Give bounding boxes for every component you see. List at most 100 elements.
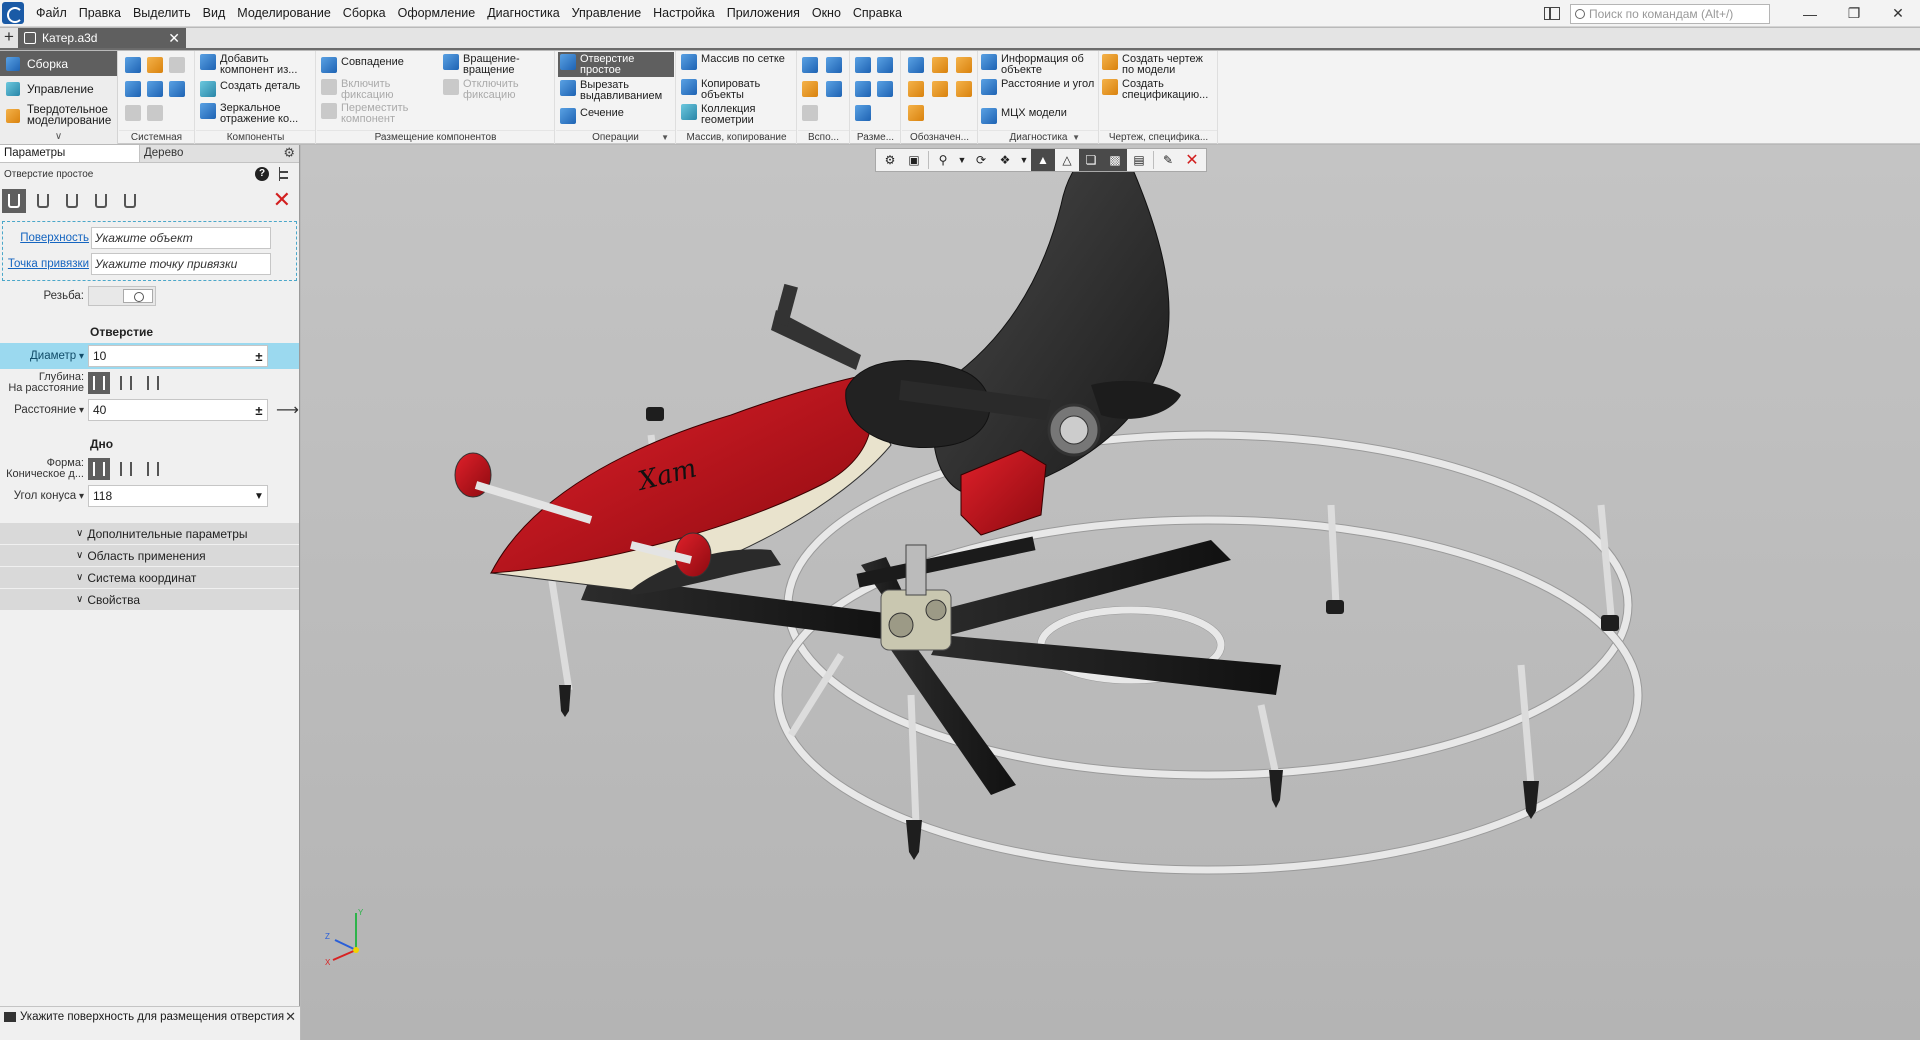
add-component-button[interactable]: Добавить компонент из...: [200, 54, 312, 75]
panel-toggle-icon[interactable]: [1544, 7, 1560, 20]
plus-minus-icon[interactable]: ±: [251, 349, 267, 364]
mode-solid-modeling[interactable]: Твердотельное моделирование: [0, 101, 117, 131]
grid-array-button[interactable]: Массив по сетке: [681, 54, 793, 70]
tab-tree[interactable]: Дерево: [140, 145, 280, 162]
help-icon[interactable]: ?: [255, 167, 269, 181]
hole-type-threaded[interactable]: [89, 189, 113, 213]
restore-icon[interactable]: ❐: [1832, 0, 1876, 27]
surface-field[interactable]: Укажите объект: [91, 227, 271, 249]
create-part-button[interactable]: Создать деталь: [200, 81, 312, 97]
base-icon[interactable]: [956, 57, 972, 73]
menu-item-5[interactable]: Сборка: [337, 0, 392, 27]
menu-item-10[interactable]: Приложения: [721, 0, 806, 27]
mark-icon[interactable]: [932, 81, 948, 97]
angular-dim-icon[interactable]: [877, 57, 893, 73]
model-render[interactable]: Хат: [301, 145, 1920, 1040]
mode-assembly[interactable]: Сборка: [0, 51, 117, 76]
roughness-icon[interactable]: [932, 57, 948, 73]
diameter-label[interactable]: Диаметр: [0, 350, 88, 362]
menu-item-1[interactable]: Правка: [73, 0, 127, 27]
open-file-icon[interactable]: [147, 57, 163, 73]
gear-icon[interactable]: ⚙: [283, 145, 295, 162]
close-icon[interactable]: ✕: [285, 1010, 296, 1037]
depth-to-object[interactable]: [142, 372, 164, 394]
document-tab[interactable]: Катер.a3d ✕: [18, 28, 186, 48]
hole-type-counterbore[interactable]: [31, 189, 55, 213]
thread-toggle[interactable]: [88, 286, 156, 306]
cone-angle-select[interactable]: 118 ▼: [88, 485, 268, 507]
distance-label[interactable]: Расстояние: [0, 404, 88, 416]
rotate-view-icon[interactable]: ⟳: [969, 149, 993, 171]
linear-dim-icon[interactable]: [855, 57, 871, 73]
auto-dim-icon[interactable]: [855, 105, 871, 121]
tolerance-icon[interactable]: [908, 81, 924, 97]
distance-angle-button[interactable]: Расстояние и угол: [981, 79, 1097, 95]
copy-objects-button[interactable]: Копировать объекты: [681, 79, 793, 100]
plane-icon[interactable]: [802, 57, 818, 73]
move-component-button[interactable]: Переместить компонент: [321, 103, 439, 124]
section-additional-params[interactable]: ∨ Дополнительные параметры: [0, 523, 299, 544]
direction-arrow-icon[interactable]: ⟶: [276, 400, 299, 420]
menu-item-9[interactable]: Настройка: [647, 0, 721, 27]
create-spec-button[interactable]: Создать спецификацию...: [1102, 79, 1216, 100]
perspective-view-icon[interactable]: ▩: [1103, 149, 1127, 171]
shaded-view-icon[interactable]: ▲: [1031, 149, 1055, 171]
zoom-icon[interactable]: ⚲: [931, 149, 955, 171]
tab-parameters[interactable]: Параметры: [0, 145, 140, 162]
new-document-button[interactable]: +: [0, 28, 18, 48]
text-note-icon[interactable]: [956, 81, 972, 97]
distance-input[interactable]: 40 ±: [88, 399, 268, 421]
radial-dim-icon[interactable]: [855, 81, 871, 97]
object-info-button[interactable]: Информация об объекте: [981, 54, 1097, 75]
leader-icon[interactable]: [908, 57, 924, 73]
weld-icon[interactable]: [908, 105, 924, 121]
plus-minus-icon[interactable]: ±: [251, 403, 267, 418]
chevron-down-icon[interactable]: ∨: [0, 131, 117, 143]
cut-extrude-button[interactable]: Вырезать выдавливанием: [560, 80, 674, 101]
3d-viewport[interactable]: Хат ⚙ ▣ ⚲ ▼ ⟳ ❖ ▼ ▲ △ ❏ ▩ ▤ ✎ ✕ Y X Z: [301, 145, 1920, 1040]
shape-conical[interactable]: [88, 458, 110, 480]
menu-item-11[interactable]: Окно: [806, 0, 847, 27]
menu-item-12[interactable]: Справка: [847, 0, 908, 27]
menu-item-8[interactable]: Управление: [566, 0, 648, 27]
depth-by-distance[interactable]: [88, 372, 110, 394]
depth-through[interactable]: [115, 372, 137, 394]
close-icon[interactable]: ✕: [1180, 149, 1204, 171]
zoom-fit-icon[interactable]: ▣: [902, 149, 926, 171]
save-file-icon[interactable]: [169, 57, 185, 73]
anchor-point-link[interactable]: Точка привязки: [3, 258, 91, 270]
sketch-icon[interactable]: [802, 81, 818, 97]
mode-management[interactable]: Управление: [0, 76, 117, 101]
menu-item-6[interactable]: Оформление: [392, 0, 482, 27]
rotation-rotation-button[interactable]: Вращение-вращение: [443, 54, 551, 75]
wireframe-view-icon[interactable]: △: [1055, 149, 1079, 171]
menu-item-2[interactable]: Выделить: [127, 0, 197, 27]
tree-view-icon[interactable]: [279, 167, 291, 181]
menu-item-0[interactable]: Файл: [30, 0, 73, 27]
preview-icon[interactable]: [147, 81, 163, 97]
redo-icon[interactable]: [147, 105, 163, 121]
pipette-icon[interactable]: ✎: [1156, 149, 1180, 171]
section-scope[interactable]: ∨ Область применения: [0, 545, 299, 566]
disable-fix-button[interactable]: Отключить фиксацию: [443, 79, 551, 100]
undo-icon[interactable]: [125, 105, 141, 121]
hole-type-countersink[interactable]: [60, 189, 84, 213]
cancel-command-icon[interactable]: ✕: [273, 189, 291, 211]
axis-icon[interactable]: [826, 57, 842, 73]
diameter-input[interactable]: 10 ±: [88, 345, 268, 367]
cone-angle-label[interactable]: Угол конуса: [0, 490, 88, 502]
chevron-down-icon[interactable]: ▼: [1017, 149, 1031, 171]
mirror-component-button[interactable]: Зеркальное отражение ко...: [200, 103, 312, 124]
enable-fix-button[interactable]: Включить фиксацию: [321, 79, 439, 100]
create-drawing-button[interactable]: Создать чертеж по модели: [1102, 54, 1216, 75]
close-window-icon[interactable]: ✕: [1876, 0, 1920, 27]
diameter-dim-icon[interactable]: [877, 81, 893, 97]
section-view-icon[interactable]: ▤: [1127, 149, 1151, 171]
mass-properties-button[interactable]: МЦХ модели: [981, 108, 1097, 124]
command-search-input[interactable]: Поиск по командам (Alt+/): [1570, 3, 1770, 24]
app-logo-icon[interactable]: [2, 2, 24, 24]
shape-flat[interactable]: [115, 458, 137, 480]
anchor-point-field[interactable]: Укажите точку привязки: [91, 253, 271, 275]
print-icon[interactable]: [125, 81, 141, 97]
menu-item-4[interactable]: Моделирование: [231, 0, 337, 27]
